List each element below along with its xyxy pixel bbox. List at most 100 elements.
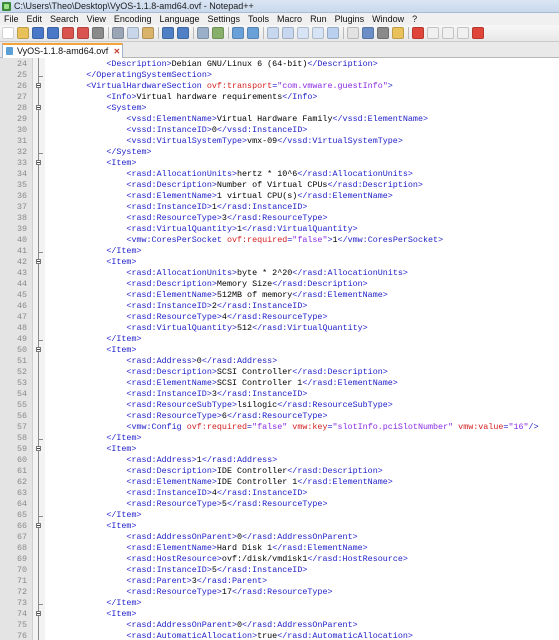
menu-help[interactable]: ?	[408, 14, 421, 24]
xml-text: Virtual Hardware Family	[216, 114, 333, 124]
fold-toggle-icon[interactable]	[36, 446, 41, 451]
new-file-icon[interactable]	[2, 27, 14, 39]
stop-macro-icon[interactable]	[427, 27, 439, 39]
record-macro-icon[interactable]	[412, 27, 424, 39]
code-text: </System>	[46, 147, 151, 158]
fold-toggle-icon[interactable]	[36, 347, 41, 352]
close-icon[interactable]	[62, 27, 74, 39]
code-text: <rasd:AllocationUnits>byte * 2^20</rasd:…	[46, 268, 407, 279]
line-number: 74	[16, 609, 27, 619]
fold-toggle-icon[interactable]	[36, 83, 41, 88]
xml-tag: <rasd:AddressOnParent>	[126, 532, 237, 542]
code-line: 72 <rasd:ResourceType>17</rasd:ResourceT…	[0, 587, 559, 598]
code-text: </Item>	[46, 433, 141, 444]
line-number: 62	[16, 477, 27, 487]
code-line: 31 <vssd:VirtualSystemType>vmx-09</vssd:…	[0, 136, 559, 147]
code-text: <rasd:AutomaticAllocation>true</rasd:Aut…	[46, 631, 412, 640]
code-line: 44 <rasd:Description>Memory Size</rasd:D…	[0, 279, 559, 290]
line-number: 52	[16, 367, 27, 377]
sync-horizontal-icon[interactable]	[282, 27, 294, 39]
code-text: <rasd:ElementName>Hard Disk 1</rasd:Elem…	[46, 543, 367, 554]
code-text: <vssd:ElementName>Virtual Hardware Famil…	[46, 114, 428, 125]
menu-file[interactable]: File	[0, 14, 23, 24]
xml-tag: </rasd:VirtualQuantity>	[242, 224, 358, 234]
function-list-icon[interactable]	[377, 27, 389, 39]
zoom-in-icon[interactable]	[232, 27, 244, 39]
undo-icon[interactable]	[162, 27, 174, 39]
cut-icon[interactable]	[112, 27, 124, 39]
line-number: 75	[16, 620, 27, 630]
xml-text: ovf:/disk/vmdisk1	[221, 554, 308, 564]
line-number: 26	[16, 81, 27, 91]
text-editor[interactable]: 24 <Description>Debian GNU/Linux 6 (64-b…	[0, 58, 559, 640]
sync-vertical-icon[interactable]	[267, 27, 279, 39]
close-tab-icon[interactable]: ✕	[114, 46, 121, 58]
copy-icon[interactable]	[127, 27, 139, 39]
redo-icon[interactable]	[177, 27, 189, 39]
xml-tag: <Item>	[106, 609, 137, 619]
line-number: 72	[16, 587, 27, 597]
xml-tag: </Item>	[106, 598, 142, 608]
user-lang-icon[interactable]	[347, 27, 359, 39]
find-icon[interactable]	[197, 27, 209, 39]
menu-encoding[interactable]: Encoding	[110, 14, 156, 24]
save-icon[interactable]	[32, 27, 44, 39]
code-line: 52 <rasd:Description>SCSI Controller</ra…	[0, 367, 559, 378]
close-all-icon[interactable]	[77, 27, 89, 39]
fold-toggle-icon[interactable]	[36, 523, 41, 528]
code-line: 51 <rasd:Address>0</rasd:Address>	[0, 356, 559, 367]
code-text: <Item>	[46, 158, 136, 169]
xml-text: IDE Controller 1	[216, 477, 298, 487]
title-bar: C:\Users\Theo\Desktop\VyOS-1.1.8-amd64.o…	[0, 0, 559, 13]
print-icon[interactable]	[92, 27, 104, 39]
play-multiple-icon[interactable]	[457, 27, 469, 39]
menu-search[interactable]: Search	[46, 14, 83, 24]
code-text: <Item>	[46, 521, 136, 532]
replace-icon[interactable]	[212, 27, 224, 39]
xml-tag: </rasd:AddressOnParent>	[242, 620, 358, 630]
line-number: 45	[16, 290, 27, 300]
menu-settings[interactable]: Settings	[204, 14, 245, 24]
line-number: 43	[16, 268, 27, 278]
show-all-chars-icon[interactable]	[312, 27, 324, 39]
xml-tag: <rasd:Description>	[126, 367, 217, 377]
menu-edit[interactable]: Edit	[23, 14, 47, 24]
fold-toggle-icon[interactable]	[36, 259, 41, 264]
word-wrap-icon[interactable]	[297, 27, 309, 39]
save-macro-icon[interactable]	[472, 27, 484, 39]
menu-macro[interactable]: Macro	[273, 14, 306, 24]
folder-workspace-icon[interactable]	[392, 27, 404, 39]
code-line: 48 <rasd:VirtualQuantity>512</rasd:Virtu…	[0, 323, 559, 334]
code-text: <rasd:ElementName>IDE Controller 1</rasd…	[46, 477, 392, 488]
xml-attribute-value: "com.vmware.guestInfo"	[277, 81, 388, 91]
paste-icon[interactable]	[142, 27, 154, 39]
fold-toggle-icon[interactable]	[36, 160, 41, 165]
menu-plugins[interactable]: Plugins	[331, 14, 369, 24]
open-file-icon[interactable]	[17, 27, 29, 39]
menu-window[interactable]: Window	[368, 14, 408, 24]
xml-tag: </rasd:ResourceType>	[226, 499, 328, 509]
code-text: <rasd:Description>Number of Virtual CPUs…	[46, 180, 423, 191]
line-number: 25	[16, 70, 27, 80]
xml-tag: </rasd:ElementName>	[297, 191, 393, 201]
fold-toggle-icon[interactable]	[36, 105, 41, 110]
fold-end-marker	[38, 433, 43, 440]
line-number: 37	[16, 202, 27, 212]
code-line: 32 </System>	[0, 147, 559, 158]
menu-language[interactable]: Language	[155, 14, 203, 24]
indent-guide-icon[interactable]	[327, 27, 339, 39]
code-line: 27 <Info>Virtual hardware requirements</…	[0, 92, 559, 103]
code-text: <vssd:InstanceID>0</vssd:InstanceID>	[46, 125, 307, 136]
zoom-out-icon[interactable]	[247, 27, 259, 39]
menu-view[interactable]: View	[83, 14, 110, 24]
play-macro-icon[interactable]	[442, 27, 454, 39]
tab-vyos-ovf[interactable]: VyOS-1.1.8-amd64.ovf ✕	[2, 43, 124, 58]
doc-map-icon[interactable]	[362, 27, 374, 39]
xml-attribute: vmw:key	[292, 422, 328, 432]
save-all-icon[interactable]	[47, 27, 59, 39]
menu-run[interactable]: Run	[306, 14, 331, 24]
xml-text: true	[257, 631, 278, 640]
code-text: </Item>	[46, 510, 141, 521]
fold-toggle-icon[interactable]	[36, 611, 41, 616]
menu-tools[interactable]: Tools	[244, 14, 273, 24]
